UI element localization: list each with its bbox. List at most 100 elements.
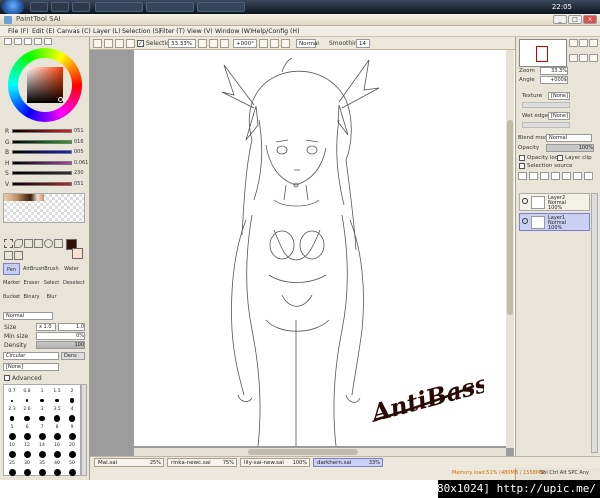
hand-icon[interactable] [4, 250, 13, 260]
horizontal-scroll-thumb[interactable] [248, 449, 358, 455]
zoom-in-icon[interactable] [209, 39, 218, 48]
brush-size-dot[interactable] [23, 469, 31, 476]
brush-size-dot[interactable] [53, 469, 61, 476]
advanced-checkbox[interactable] [4, 375, 10, 381]
blend-select[interactable]: Normal [296, 39, 319, 48]
merge-down-icon[interactable] [562, 172, 571, 180]
brush-size-dot[interactable] [53, 415, 61, 422]
density-slider[interactable]: 100 [36, 341, 85, 349]
lasso-icon[interactable] [14, 239, 23, 248]
rotate-icon[interactable] [54, 239, 63, 248]
brush-size-dot[interactable] [25, 399, 29, 402]
brush-shape-value[interactable]: Dens [61, 352, 85, 360]
size-mult-select[interactable]: x 1.0 [36, 323, 56, 331]
brush-mode-select[interactable]: Normal [3, 312, 53, 320]
slider-b[interactable] [12, 150, 72, 154]
file-tab[interactable]: rinka-newc.sai 75% [167, 458, 237, 467]
brush-size-dot[interactable] [38, 469, 46, 476]
file-tab[interactable]: Mai.sai 25% [94, 458, 164, 467]
brush-size-dot[interactable] [68, 433, 76, 440]
tool-eraser[interactable]: Eraser [23, 277, 40, 289]
color-picker-cursor[interactable] [58, 97, 63, 102]
secondary-color[interactable] [72, 248, 83, 259]
opacity-lock-checkbox[interactable] [519, 155, 525, 161]
brush-size-dot[interactable] [69, 398, 75, 403]
toolbar-icon-2[interactable] [104, 39, 113, 48]
file-tab[interactable]: lily-sai-new.sai 100% [240, 458, 310, 467]
vertical-scroll-thumb[interactable] [507, 120, 513, 315]
menu-filter[interactable]: Filter (T) [159, 28, 185, 35]
toolbar-icon-3[interactable] [115, 39, 124, 48]
tool-blur[interactable]: Blur [43, 291, 60, 303]
layer-clip-checkbox[interactable] [557, 155, 563, 161]
tool-deselect[interactable]: Deselect [63, 277, 85, 289]
zoom-reset-icon[interactable] [220, 39, 229, 48]
brush-size-dot[interactable] [53, 433, 61, 440]
start-button[interactable] [2, 0, 24, 14]
tool-pen[interactable]: Pen [3, 263, 20, 275]
move-icon[interactable] [34, 239, 43, 248]
brush-shape-select[interactable]: Circular [3, 352, 59, 360]
brush-size-dot[interactable] [38, 451, 46, 458]
slider-s[interactable] [12, 171, 72, 175]
tool-binary[interactable]: Binary [23, 291, 40, 303]
zoom-icon[interactable] [44, 239, 53, 248]
brush-size-dot[interactable] [9, 416, 15, 421]
eyedropper-icon[interactable] [14, 250, 23, 260]
layer-row[interactable]: Layer1 Normal 100% [519, 213, 590, 231]
tool-select[interactable]: Select [43, 277, 60, 289]
taskbar-quicklaunch-3[interactable] [72, 2, 90, 12]
navigator-preview[interactable] [519, 39, 567, 67]
rect-select-icon[interactable] [4, 239, 13, 248]
menu-edit[interactable]: Edit (E) [32, 28, 55, 35]
selection-source-checkbox[interactable] [519, 163, 525, 169]
taskbar-window-2[interactable] [146, 2, 194, 12]
eye-icon[interactable] [522, 198, 528, 204]
rotate-left-icon[interactable] [259, 39, 268, 48]
toolbar-icon-4[interactable] [126, 39, 135, 48]
blend-mode-select[interactable]: Normal [546, 134, 592, 142]
brush-size-dot[interactable] [23, 451, 31, 458]
brush-size-scrollbar[interactable] [81, 384, 87, 476]
nav-angle-field[interactable]: +000$ [540, 76, 568, 84]
maximize-button[interactable]: □ [568, 15, 582, 24]
canvas[interactable]: AntiBass [134, 50, 506, 446]
rgb-mode-icon[interactable] [14, 38, 22, 45]
opacity-slider[interactable]: 100% [546, 144, 594, 152]
slider-g[interactable] [12, 139, 72, 144]
wetedge-select[interactable]: [None] [548, 112, 570, 120]
menu-file[interactable]: File (F) [8, 28, 29, 35]
brush-texture-select[interactable]: [None] [3, 363, 59, 371]
menu-window[interactable]: Window (W) [215, 28, 252, 35]
nav-rotate-left-icon[interactable] [569, 53, 578, 62]
brush-size-dot[interactable] [38, 433, 46, 440]
brush-size-dot[interactable] [24, 415, 30, 422]
smoothing-field[interactable]: 14 [356, 39, 370, 48]
brush-size-dot[interactable] [55, 398, 59, 403]
menu-canvas[interactable]: Canvas (C) [57, 28, 91, 35]
brush-size-dot[interactable] [68, 415, 76, 422]
brush-size-dot[interactable] [8, 433, 16, 440]
menu-layer[interactable]: Layer (L) [93, 28, 121, 35]
color-wheel-mode-icon[interactable] [4, 38, 12, 45]
nav-zoom-field[interactable]: 33.3% [540, 67, 568, 75]
layer-row[interactable]: Layer2 Normal 100% [519, 193, 590, 211]
selection-checkbox[interactable]: ✓ [137, 40, 144, 47]
wetedge-slider[interactable] [522, 122, 570, 128]
brush-size-dot[interactable] [68, 469, 76, 476]
texture-select[interactable]: [None] [548, 92, 570, 100]
zoom-field[interactable]: 33.33% [168, 39, 196, 48]
new-linework-icon[interactable] [529, 172, 538, 180]
tool-bucket[interactable]: Bucket [3, 291, 20, 303]
nav-zoom-in-icon[interactable] [569, 39, 578, 47]
slider-r[interactable] [12, 129, 72, 133]
taskbar-quicklaunch-1[interactable] [30, 2, 48, 12]
tool-water[interactable]: Water [63, 263, 80, 275]
magic-wand-icon[interactable] [24, 239, 33, 248]
hsv-mode-icon[interactable] [24, 38, 32, 45]
taskbar-window-3[interactable] [197, 2, 245, 12]
toolbar-icon-1[interactable] [93, 39, 102, 48]
tool-airbrush[interactable]: AirBrush [23, 263, 44, 275]
tool-empty[interactable] [63, 291, 80, 303]
tool-brush[interactable]: Brush [43, 263, 60, 275]
